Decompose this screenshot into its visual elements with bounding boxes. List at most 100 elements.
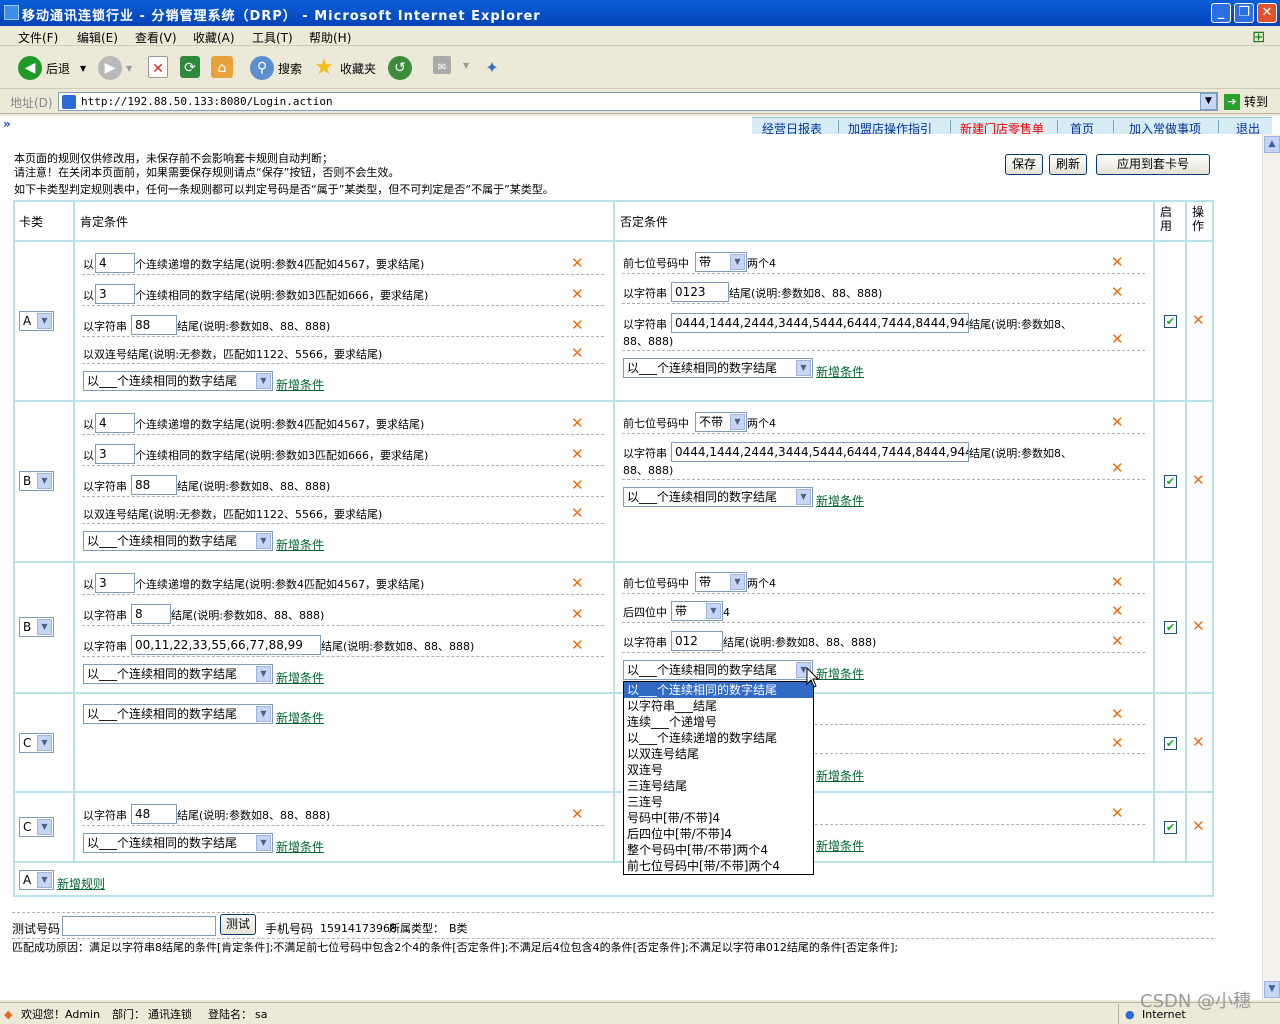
menu-favorites[interactable]: 收藏(A) xyxy=(193,29,235,46)
delete-condition-icon[interactable]: ✕ xyxy=(1111,736,1124,751)
condition-param-input[interactable]: 3 xyxy=(95,284,135,304)
add-condition-link[interactable]: 新增条件 xyxy=(816,767,864,784)
mail-dropdown-icon[interactable]: ▼ xyxy=(463,61,469,70)
delete-condition-icon[interactable]: ✕ xyxy=(571,416,584,431)
delete-condition-icon[interactable]: ✕ xyxy=(571,318,584,333)
chevron-icon[interactable]: » xyxy=(3,117,11,131)
enabled-checkbox[interactable]: ✔ xyxy=(1164,475,1177,488)
card-type-select[interactable]: B ▼ xyxy=(19,471,54,491)
condition-param-input[interactable]: 0444,1444,2444,3444,5444,6444,7444,8444,… xyxy=(671,442,969,462)
condition-type-select[interactable]: 以___个连续相同的数字结尾 ▼ xyxy=(83,531,273,551)
condition-param-input[interactable]: 48 xyxy=(131,804,177,824)
contains-select[interactable]: 带 ▼ xyxy=(695,252,747,272)
delete-condition-icon[interactable]: ✕ xyxy=(571,506,584,521)
delete-rule-icon[interactable]: ✕ xyxy=(1192,313,1205,328)
condition-type-select[interactable]: 以___个连续相同的数字结尾 ▼ xyxy=(83,833,273,853)
menu-view[interactable]: 查看(V) xyxy=(135,29,177,46)
condition-param-input[interactable]: 88 xyxy=(131,475,177,495)
scroll-down-icon[interactable]: ▼ xyxy=(1264,981,1280,998)
menu-edit[interactable]: 编辑(E) xyxy=(77,29,118,46)
delete-condition-icon[interactable]: ✕ xyxy=(1111,461,1124,476)
condition-param-input[interactable]: 4 xyxy=(95,413,135,433)
menu-file[interactable]: 文件(F) xyxy=(18,29,58,46)
delete-condition-icon[interactable]: ✕ xyxy=(571,638,584,653)
add-condition-link[interactable]: 新增条件 xyxy=(816,665,864,682)
dropdown-option[interactable]: 后四位中[带/不带]4 xyxy=(624,826,813,842)
add-condition-link[interactable]: 新增条件 xyxy=(816,363,864,380)
add-condition-link[interactable]: 新增条件 xyxy=(276,376,324,393)
menu-tools[interactable]: 工具(T) xyxy=(252,29,293,46)
card-type-select[interactable]: C ▼ xyxy=(19,817,54,837)
condition-type-select[interactable]: 以___个连续相同的数字结尾 ▼ xyxy=(623,358,813,378)
delete-rule-icon[interactable]: ✕ xyxy=(1192,735,1205,750)
delete-condition-icon[interactable]: ✕ xyxy=(1111,255,1124,270)
condition-param-input[interactable]: 88 xyxy=(131,315,177,335)
back-button[interactable]: ◀ 后退 ▼ xyxy=(18,56,86,80)
forward-button[interactable]: ▶ ▼ xyxy=(98,56,132,80)
condition-param-input[interactable]: 0444,1444,2444,3444,5444,6444,7444,8444,… xyxy=(671,313,969,333)
dropdown-option[interactable]: 三连号 xyxy=(624,794,813,810)
condition-param-input[interactable]: 00,11,22,33,55,66,77,88,99 xyxy=(131,635,321,655)
delete-condition-icon[interactable]: ✕ xyxy=(1111,806,1124,821)
card-type-select[interactable]: C ▼ xyxy=(19,733,54,753)
delete-condition-icon[interactable]: ✕ xyxy=(1111,285,1124,300)
enabled-checkbox[interactable]: ✔ xyxy=(1164,315,1177,328)
test-number-input[interactable] xyxy=(62,916,216,936)
delete-condition-icon[interactable]: ✕ xyxy=(571,447,584,462)
address-dropdown-icon[interactable]: ▼ xyxy=(1200,93,1217,110)
delete-condition-icon[interactable]: ✕ xyxy=(1111,707,1124,722)
delete-rule-icon[interactable]: ✕ xyxy=(1192,473,1205,488)
add-condition-link[interactable]: 新增条件 xyxy=(276,838,324,855)
delete-condition-icon[interactable]: ✕ xyxy=(1111,332,1124,347)
refresh-rules-button[interactable]: 刷新 xyxy=(1049,154,1087,175)
favorites-button[interactable]: ★ 收藏夹 xyxy=(312,56,376,80)
enabled-checkbox[interactable]: ✔ xyxy=(1164,821,1177,834)
contains-select[interactable]: 不带 ▼ xyxy=(695,412,747,432)
delete-condition-icon[interactable]: ✕ xyxy=(1111,634,1124,649)
dropdown-option[interactable]: 前七位号码中[带/不带]两个4 xyxy=(624,858,813,874)
delete-condition-icon[interactable]: ✕ xyxy=(571,807,584,822)
delete-condition-icon[interactable]: ✕ xyxy=(571,607,584,622)
enabled-checkbox[interactable]: ✔ xyxy=(1164,621,1177,634)
condition-type-select-open[interactable]: 以___个连续相同的数字结尾 ▼ xyxy=(623,660,813,680)
condition-type-select[interactable]: 以___个连续相同的数字结尾 ▼ xyxy=(83,664,273,684)
delete-condition-icon[interactable]: ✕ xyxy=(571,256,584,271)
condition-param-input[interactable]: 012 xyxy=(671,631,723,651)
delete-condition-icon[interactable]: ✕ xyxy=(571,287,584,302)
history-button[interactable]: ↺ xyxy=(388,56,416,80)
scroll-up-icon[interactable]: ▲ xyxy=(1264,136,1280,153)
contains-select[interactable]: 带 ▼ xyxy=(671,601,723,621)
enabled-checkbox[interactable]: ✔ xyxy=(1164,737,1177,750)
condition-type-select[interactable]: 以___个连续相同的数字结尾 ▼ xyxy=(83,371,273,391)
condition-param-input[interactable]: 8 xyxy=(131,604,171,624)
add-condition-link[interactable]: 新增条件 xyxy=(276,709,324,726)
delete-condition-icon[interactable]: ✕ xyxy=(1111,575,1124,590)
search-button[interactable]: ⚲ 搜索 xyxy=(250,56,302,80)
new-rule-type-select[interactable]: A ▼ xyxy=(19,870,54,890)
dropdown-option[interactable]: 三连号结尾 xyxy=(624,778,813,794)
dropdown-option[interactable]: 以字符串___结尾 xyxy=(624,698,813,714)
dropdown-option[interactable]: 号码中[带/不带]4 xyxy=(624,810,813,826)
delete-condition-icon[interactable]: ✕ xyxy=(1111,604,1124,619)
dropdown-option[interactable]: 以双连号结尾 xyxy=(624,746,813,762)
vertical-scrollbar[interactable]: ▲ ▼ xyxy=(1262,134,1280,1000)
condition-param-input[interactable]: 0123 xyxy=(671,282,729,302)
add-condition-link[interactable]: 新增条件 xyxy=(816,492,864,509)
delete-condition-icon[interactable]: ✕ xyxy=(571,478,584,493)
condition-type-select[interactable]: 以___个连续相同的数字结尾 ▼ xyxy=(623,487,813,507)
dropdown-option[interactable]: 双连号 xyxy=(624,762,813,778)
dropdown-option[interactable]: 以___个连续递增的数字结尾 xyxy=(624,730,813,746)
test-button[interactable]: 测试 xyxy=(220,914,256,935)
go-button[interactable]: ➔ 转到 xyxy=(1224,93,1268,110)
dropdown-option[interactable]: 连续___个递增号 xyxy=(624,714,813,730)
address-input[interactable]: http://192.88.50.133:8080/Login.action xyxy=(58,92,1218,111)
refresh-page-button[interactable]: ⟳ xyxy=(180,56,204,78)
home-button[interactable]: ⌂ xyxy=(211,56,237,78)
contains-select[interactable]: 带 ▼ xyxy=(695,572,747,592)
minimize-button[interactable]: _ xyxy=(1211,3,1231,23)
delete-condition-icon[interactable]: ✕ xyxy=(1111,415,1124,430)
messenger-button[interactable]: ✦ xyxy=(480,56,508,80)
add-condition-link[interactable]: 新增条件 xyxy=(276,536,324,553)
add-condition-link[interactable]: 新增条件 xyxy=(816,837,864,854)
condition-param-input[interactable]: 3 xyxy=(95,573,135,593)
